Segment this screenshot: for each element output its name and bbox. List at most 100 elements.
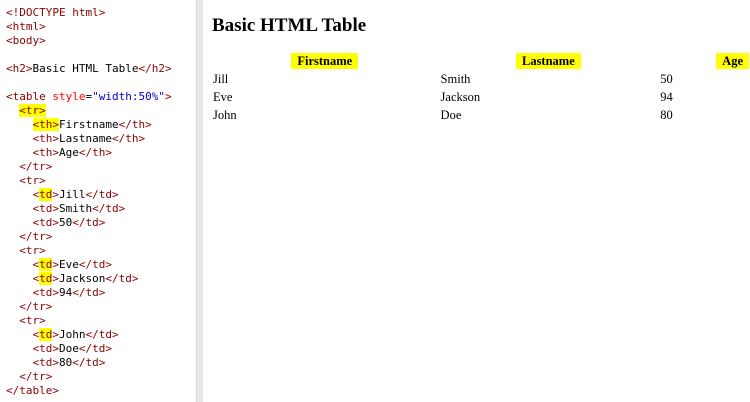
header-lastname: Lastname: [440, 53, 658, 69]
result-frame: Basic HTML Table Firstname Lastname Age …: [203, 0, 750, 402]
code-token: </td>: [105, 272, 139, 285]
code-line: </tr>: [6, 230, 172, 244]
header-label: Lastname: [515, 53, 581, 69]
code-token: </td>: [85, 328, 119, 341]
code-line: <td>50</td>: [6, 216, 172, 230]
code-line: <body>: [6, 34, 172, 48]
cell-age: 94: [660, 90, 673, 104]
code-token: Age: [59, 146, 79, 159]
code-line: <th>Lastname</th>: [6, 132, 172, 146]
code-token: </tr>: [19, 300, 53, 313]
code-line: <td>80</td>: [6, 356, 172, 370]
code-token: Doe: [59, 342, 79, 355]
code-line: <tr>: [6, 174, 172, 188]
code-token: 50: [59, 216, 73, 229]
code-token: >: [164, 90, 172, 103]
code-line: </tr>: [6, 300, 172, 314]
code-token: >: [52, 272, 59, 285]
code-token: Jill: [59, 188, 86, 201]
code-token: >: [52, 328, 59, 341]
table-row: Eve Jackson 94: [212, 89, 750, 105]
code-line: <h2>Basic HTML Table</h2>: [6, 62, 172, 76]
code-token: John: [59, 328, 86, 341]
code-token: </td>: [72, 286, 106, 299]
code-line: <td>Doe</td>: [6, 342, 172, 356]
code-line: <td>94</td>: [6, 286, 172, 300]
highlighted-token: td: [39, 258, 53, 271]
code-line: <td>Eve</td>: [6, 258, 172, 272]
code-line: <th>Age</th>: [6, 146, 172, 160]
code-token: <td>: [32, 202, 60, 215]
code-token: <th>: [32, 146, 60, 159]
header-label: Age: [716, 53, 749, 69]
code-line: </table>: [6, 384, 172, 398]
code-token: <table: [6, 90, 53, 103]
code-token: Lastname: [59, 132, 112, 145]
code-token: </tr>: [19, 230, 53, 243]
highlighted-token: td: [39, 328, 53, 341]
code-token: </th>: [111, 132, 146, 145]
highlighted-token: <th>: [32, 118, 59, 131]
code-token: 80: [59, 356, 73, 369]
code-line: <tr>: [6, 104, 172, 118]
cell-firstname: Jill: [213, 72, 229, 86]
code-token: <h2>: [6, 62, 33, 75]
pane-divider[interactable]: [196, 0, 203, 402]
table-row: John Doe 80: [212, 107, 750, 123]
code-token: Firstname: [59, 118, 119, 131]
cell-lastname: Jackson: [440, 90, 481, 104]
code-token: </td>: [72, 216, 106, 229]
cell-age: 80: [660, 108, 673, 122]
code-token: <td>: [32, 216, 60, 229]
code-editor[interactable]: <!DOCTYPE html> <html> <body> <h2>Basic HT…: [0, 0, 196, 402]
code-token: <td>: [32, 286, 60, 299]
code-token: </td>: [78, 258, 112, 271]
code-token: </th>: [78, 146, 112, 159]
cell-lastname: Doe: [440, 108, 462, 122]
highlighted-token: td: [39, 272, 53, 285]
code-line: <table style="width:50%">: [6, 90, 172, 104]
code-line: <th>Firstname</th>: [6, 118, 172, 132]
code-line: <td>John</td>: [6, 328, 172, 342]
cell-firstname: Eve: [213, 90, 233, 104]
code-token: </tr>: [19, 370, 53, 383]
code-token: <td>: [32, 342, 60, 355]
page-title: Basic HTML Table: [212, 15, 367, 36]
highlighted-token: <tr>: [19, 104, 46, 117]
table-header-row: Firstname Lastname Age: [212, 53, 750, 69]
code-line: <td>Jill</td>: [6, 188, 172, 202]
code-line: <tr>: [6, 314, 172, 328]
code-token: Eve: [59, 258, 79, 271]
code-token: >: [52, 258, 59, 271]
code-token: </td>: [92, 202, 126, 215]
code-token: <html>: [6, 20, 46, 33]
header-firstname: Firstname: [212, 53, 438, 69]
code-line: <!DOCTYPE html>: [6, 6, 172, 20]
code-token: <body>: [6, 34, 46, 47]
cell-age: 50: [660, 72, 673, 86]
code-token: <tr>: [19, 314, 46, 327]
code-lines: <!DOCTYPE html> <html> <body> <h2>Basic HT…: [6, 6, 172, 398]
code-token: Basic HTML Table: [32, 62, 139, 75]
code-line: <td>Smith</td>: [6, 202, 172, 216]
header-label: Firstname: [291, 53, 359, 69]
code-token: </td>: [78, 342, 112, 355]
